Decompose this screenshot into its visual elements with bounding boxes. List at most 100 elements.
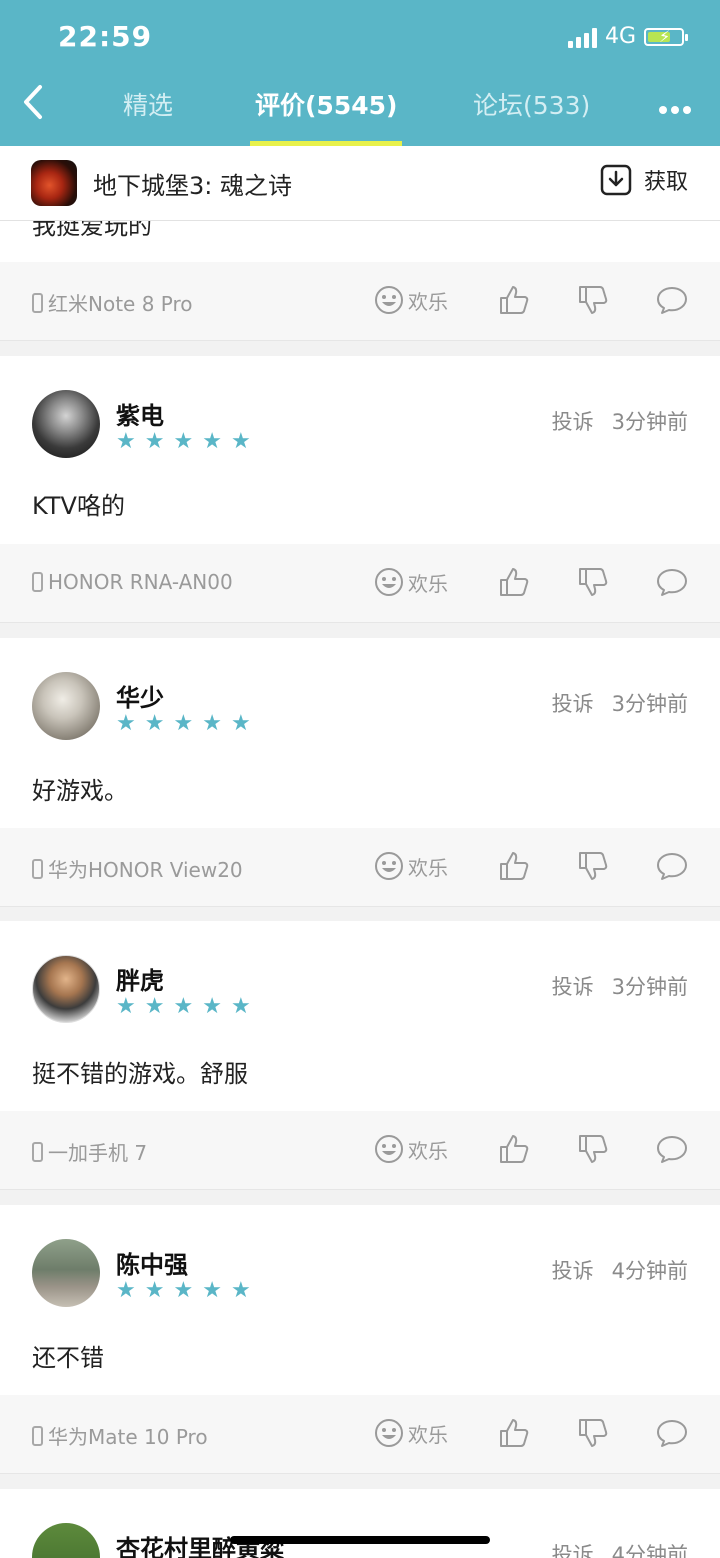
report-button[interactable]: 投诉 <box>552 406 594 436</box>
review-meta: 投诉 3分钟前 <box>552 971 688 1001</box>
phone-icon <box>32 858 43 879</box>
review-time: 4分钟前 <box>611 1543 688 1558</box>
avatar[interactable] <box>32 1523 100 1558</box>
mood-button[interactable]: 欢乐 <box>374 1134 448 1164</box>
star-icon: ★ <box>202 711 222 736</box>
like-button[interactable] <box>498 1417 530 1449</box>
dislike-button[interactable] <box>577 850 609 882</box>
device-info: 华为HONOR View20 <box>32 854 243 883</box>
device-name: HONOR RNA-AN00 <box>48 570 233 594</box>
review-footer: 华为HONOR View20 欢乐 <box>0 828 720 907</box>
dislike-button[interactable] <box>577 566 609 598</box>
review-card: 华少 ★ ★ ★ ★ ★ 投诉 3分钟前 好游戏。 <box>0 638 720 828</box>
thumb-down-icon <box>579 286 608 314</box>
back-button[interactable] <box>22 84 44 127</box>
comment-button[interactable] <box>656 851 688 881</box>
like-button[interactable] <box>498 566 530 598</box>
like-button[interactable] <box>498 284 530 316</box>
comment-button[interactable] <box>656 567 688 597</box>
mood-button[interactable]: 欢乐 <box>374 567 448 597</box>
thumb-up-icon <box>500 852 529 880</box>
thumb-up-icon <box>500 1419 529 1447</box>
review-card: 杏花村里醉黄粱 投诉 4分钟前 <box>0 1489 720 1558</box>
mood-button[interactable]: 欢乐 <box>374 285 448 315</box>
star-icon: ★ <box>202 994 222 1019</box>
report-button[interactable]: 投诉 <box>552 971 594 1001</box>
report-button[interactable]: 投诉 <box>552 688 594 718</box>
tab-featured[interactable]: 精选 <box>123 86 173 122</box>
back-icon <box>24 85 42 119</box>
comment-icon <box>657 1136 687 1163</box>
device-name: 一加手机 7 <box>48 1141 148 1165</box>
star-icon: ★ <box>202 429 222 454</box>
network-label: 4G <box>604 24 636 49</box>
app-icon[interactable] <box>31 160 77 206</box>
mood-button[interactable]: 欢乐 <box>374 1418 448 1448</box>
star-icon: ★ <box>173 429 194 454</box>
mood-label: 欢乐 <box>408 1138 448 1163</box>
device-info: HONOR RNA-AN00 <box>32 570 233 594</box>
review-meta: 投诉 4分钟前 <box>552 1255 688 1285</box>
avatar[interactable] <box>32 390 100 458</box>
star-icon: ★ <box>144 1278 165 1303</box>
review-actions: 欢乐 <box>374 850 688 882</box>
review-time: 4分钟前 <box>611 1259 688 1283</box>
rating-stars: ★ ★ ★ ★ ★ <box>116 713 251 735</box>
review-time: 3分钟前 <box>611 692 688 716</box>
app-bar: 地下城堡3: 魂之诗 获取 <box>0 146 720 221</box>
review-actions: 欢乐 <box>374 284 688 316</box>
thumb-up-icon <box>500 286 529 314</box>
device-name: 红米Note 8 Pro <box>48 292 193 316</box>
mood-label: 欢乐 <box>408 571 448 596</box>
star-icon: ★ <box>230 994 251 1019</box>
comment-button[interactable] <box>656 285 688 315</box>
phone-icon <box>32 1141 43 1162</box>
avatar[interactable] <box>32 955 100 1023</box>
star-icon: ★ <box>173 1278 194 1303</box>
more-button[interactable] <box>658 88 692 123</box>
review-meta: 投诉 3分钟前 <box>552 688 688 718</box>
tab-reviews[interactable]: 评价(5545) <box>255 86 397 122</box>
dislike-button[interactable] <box>577 1133 609 1165</box>
like-button[interactable] <box>498 850 530 882</box>
user-name[interactable]: 陈中强 <box>116 1245 188 1280</box>
get-button[interactable]: 获取 <box>600 164 688 196</box>
smile-icon <box>375 568 403 596</box>
review-footer: HONOR RNA-AN00 欢乐 <box>0 544 720 623</box>
phone-icon <box>32 572 43 592</box>
dislike-button[interactable] <box>577 284 609 316</box>
user-name[interactable]: 华少 <box>116 678 164 713</box>
rating-stars: ★ ★ ★ ★ ★ <box>116 431 251 453</box>
user-name[interactable]: 胖虎 <box>116 961 164 996</box>
review-actions: 欢乐 <box>374 1133 688 1165</box>
download-icon <box>600 164 632 196</box>
comment-button[interactable] <box>656 1134 688 1164</box>
star-icon: ★ <box>116 1278 136 1303</box>
mood-button[interactable]: 欢乐 <box>374 851 448 881</box>
tab-forum[interactable]: 论坛(533) <box>473 86 590 122</box>
app-name[interactable]: 地下城堡3: 魂之诗 <box>93 166 292 201</box>
avatar[interactable] <box>32 1239 100 1307</box>
get-label: 获取 <box>643 170 688 195</box>
report-button[interactable]: 投诉 <box>552 1255 594 1285</box>
review-footer: 华为Mate 10 Pro 欢乐 <box>0 1395 720 1474</box>
dislike-button[interactable] <box>577 1417 609 1449</box>
header: 22:59 4G ⚡ 精选 评价(5545) 论坛(533) <box>0 0 720 146</box>
avatar[interactable] <box>32 672 100 740</box>
phone-icon <box>32 1425 43 1446</box>
thumb-down-icon <box>579 568 608 596</box>
user-name[interactable]: 紫电 <box>116 396 164 431</box>
like-button[interactable] <box>498 1133 530 1165</box>
phone-icon <box>32 292 43 313</box>
report-button[interactable]: 投诉 <box>552 1539 594 1558</box>
device-name: 华为HONOR View20 <box>48 858 243 882</box>
thumb-down-icon <box>579 1135 608 1163</box>
comment-button[interactable] <box>656 1418 688 1448</box>
thumb-down-icon <box>579 1419 608 1447</box>
smile-icon <box>375 286 403 314</box>
comment-icon <box>657 1420 687 1447</box>
review-card: 胖虎 ★ ★ ★ ★ ★ 投诉 3分钟前 挺不错的游戏。舒服 <box>0 921 720 1111</box>
star-icon: ★ <box>173 711 194 736</box>
review-meta: 投诉 4分钟前 <box>552 1539 688 1558</box>
rating-stars: ★ ★ ★ ★ ★ <box>116 1280 251 1302</box>
